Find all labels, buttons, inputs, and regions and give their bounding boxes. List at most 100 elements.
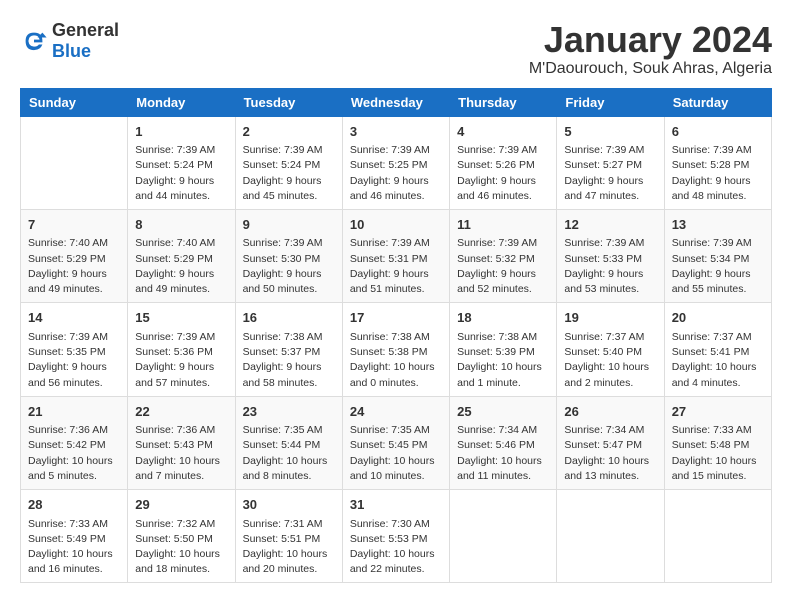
day-number: 7 bbox=[28, 215, 120, 235]
calendar-cell: 23Sunrise: 7:35 AMSunset: 5:44 PMDayligh… bbox=[235, 396, 342, 489]
day-info: Sunrise: 7:40 AMSunset: 5:29 PMDaylight:… bbox=[28, 236, 120, 297]
logo-text: General Blue bbox=[52, 20, 119, 62]
calendar-cell: 6Sunrise: 7:39 AMSunset: 5:28 PMDaylight… bbox=[664, 116, 771, 209]
calendar-cell: 13Sunrise: 7:39 AMSunset: 5:34 PMDayligh… bbox=[664, 209, 771, 302]
calendar-cell: 11Sunrise: 7:39 AMSunset: 5:32 PMDayligh… bbox=[450, 209, 557, 302]
day-number: 3 bbox=[350, 122, 442, 142]
day-info: Sunrise: 7:39 AMSunset: 5:31 PMDaylight:… bbox=[350, 236, 442, 297]
day-number: 25 bbox=[457, 402, 549, 422]
day-info: Sunrise: 7:40 AMSunset: 5:29 PMDaylight:… bbox=[135, 236, 227, 297]
day-number: 30 bbox=[243, 495, 335, 515]
calendar-cell: 26Sunrise: 7:34 AMSunset: 5:47 PMDayligh… bbox=[557, 396, 664, 489]
day-number: 23 bbox=[243, 402, 335, 422]
day-number: 11 bbox=[457, 215, 549, 235]
weekday-header-sunday: Sunday bbox=[21, 88, 128, 116]
calendar-cell: 9Sunrise: 7:39 AMSunset: 5:30 PMDaylight… bbox=[235, 209, 342, 302]
day-info: Sunrise: 7:36 AMSunset: 5:42 PMDaylight:… bbox=[28, 423, 120, 484]
day-info: Sunrise: 7:38 AMSunset: 5:37 PMDaylight:… bbox=[243, 330, 335, 391]
calendar-table: SundayMondayTuesdayWednesdayThursdayFrid… bbox=[20, 88, 772, 584]
weekday-header-friday: Friday bbox=[557, 88, 664, 116]
calendar-week-row: 1Sunrise: 7:39 AMSunset: 5:24 PMDaylight… bbox=[21, 116, 772, 209]
calendar-cell: 27Sunrise: 7:33 AMSunset: 5:48 PMDayligh… bbox=[664, 396, 771, 489]
calendar-cell: 30Sunrise: 7:31 AMSunset: 5:51 PMDayligh… bbox=[235, 490, 342, 583]
calendar-cell bbox=[450, 490, 557, 583]
weekday-header-saturday: Saturday bbox=[664, 88, 771, 116]
calendar-cell: 3Sunrise: 7:39 AMSunset: 5:25 PMDaylight… bbox=[342, 116, 449, 209]
calendar-cell: 1Sunrise: 7:39 AMSunset: 5:24 PMDaylight… bbox=[128, 116, 235, 209]
weekday-header-monday: Monday bbox=[128, 88, 235, 116]
day-number: 10 bbox=[350, 215, 442, 235]
logo-icon bbox=[20, 27, 48, 55]
month-title: January 2024 bbox=[529, 20, 772, 60]
calendar-cell: 28Sunrise: 7:33 AMSunset: 5:49 PMDayligh… bbox=[21, 490, 128, 583]
day-info: Sunrise: 7:39 AMSunset: 5:32 PMDaylight:… bbox=[457, 236, 549, 297]
day-info: Sunrise: 7:30 AMSunset: 5:53 PMDaylight:… bbox=[350, 517, 442, 578]
day-number: 1 bbox=[135, 122, 227, 142]
calendar-cell: 18Sunrise: 7:38 AMSunset: 5:39 PMDayligh… bbox=[450, 303, 557, 396]
day-info: Sunrise: 7:39 AMSunset: 5:30 PMDaylight:… bbox=[243, 236, 335, 297]
calendar-cell bbox=[21, 116, 128, 209]
day-info: Sunrise: 7:35 AMSunset: 5:45 PMDaylight:… bbox=[350, 423, 442, 484]
page-header: General Blue January 2024 M'Daourouch, S… bbox=[20, 20, 772, 78]
day-info: Sunrise: 7:33 AMSunset: 5:48 PMDaylight:… bbox=[672, 423, 764, 484]
calendar-cell: 17Sunrise: 7:38 AMSunset: 5:38 PMDayligh… bbox=[342, 303, 449, 396]
day-number: 9 bbox=[243, 215, 335, 235]
location-title: M'Daourouch, Souk Ahras, Algeria bbox=[529, 60, 772, 78]
day-info: Sunrise: 7:39 AMSunset: 5:24 PMDaylight:… bbox=[243, 143, 335, 204]
day-info: Sunrise: 7:39 AMSunset: 5:24 PMDaylight:… bbox=[135, 143, 227, 204]
calendar-cell: 12Sunrise: 7:39 AMSunset: 5:33 PMDayligh… bbox=[557, 209, 664, 302]
day-number: 12 bbox=[564, 215, 656, 235]
day-number: 15 bbox=[135, 308, 227, 328]
calendar-cell: 21Sunrise: 7:36 AMSunset: 5:42 PMDayligh… bbox=[21, 396, 128, 489]
day-number: 2 bbox=[243, 122, 335, 142]
day-number: 19 bbox=[564, 308, 656, 328]
calendar-cell: 22Sunrise: 7:36 AMSunset: 5:43 PMDayligh… bbox=[128, 396, 235, 489]
day-info: Sunrise: 7:31 AMSunset: 5:51 PMDaylight:… bbox=[243, 517, 335, 578]
day-info: Sunrise: 7:35 AMSunset: 5:44 PMDaylight:… bbox=[243, 423, 335, 484]
calendar-week-row: 14Sunrise: 7:39 AMSunset: 5:35 PMDayligh… bbox=[21, 303, 772, 396]
weekday-header-tuesday: Tuesday bbox=[235, 88, 342, 116]
day-info: Sunrise: 7:39 AMSunset: 5:28 PMDaylight:… bbox=[672, 143, 764, 204]
calendar-cell: 31Sunrise: 7:30 AMSunset: 5:53 PMDayligh… bbox=[342, 490, 449, 583]
calendar-week-row: 21Sunrise: 7:36 AMSunset: 5:42 PMDayligh… bbox=[21, 396, 772, 489]
day-number: 31 bbox=[350, 495, 442, 515]
day-number: 13 bbox=[672, 215, 764, 235]
calendar-week-row: 7Sunrise: 7:40 AMSunset: 5:29 PMDaylight… bbox=[21, 209, 772, 302]
weekday-header-wednesday: Wednesday bbox=[342, 88, 449, 116]
day-number: 20 bbox=[672, 308, 764, 328]
calendar-cell: 5Sunrise: 7:39 AMSunset: 5:27 PMDaylight… bbox=[557, 116, 664, 209]
day-number: 17 bbox=[350, 308, 442, 328]
day-info: Sunrise: 7:37 AMSunset: 5:40 PMDaylight:… bbox=[564, 330, 656, 391]
day-info: Sunrise: 7:36 AMSunset: 5:43 PMDaylight:… bbox=[135, 423, 227, 484]
day-info: Sunrise: 7:37 AMSunset: 5:41 PMDaylight:… bbox=[672, 330, 764, 391]
day-number: 8 bbox=[135, 215, 227, 235]
day-info: Sunrise: 7:33 AMSunset: 5:49 PMDaylight:… bbox=[28, 517, 120, 578]
calendar-cell: 20Sunrise: 7:37 AMSunset: 5:41 PMDayligh… bbox=[664, 303, 771, 396]
calendar-cell: 7Sunrise: 7:40 AMSunset: 5:29 PMDaylight… bbox=[21, 209, 128, 302]
day-number: 16 bbox=[243, 308, 335, 328]
day-info: Sunrise: 7:38 AMSunset: 5:39 PMDaylight:… bbox=[457, 330, 549, 391]
day-number: 29 bbox=[135, 495, 227, 515]
day-info: Sunrise: 7:34 AMSunset: 5:47 PMDaylight:… bbox=[564, 423, 656, 484]
day-info: Sunrise: 7:39 AMSunset: 5:27 PMDaylight:… bbox=[564, 143, 656, 204]
day-number: 14 bbox=[28, 308, 120, 328]
calendar-cell: 14Sunrise: 7:39 AMSunset: 5:35 PMDayligh… bbox=[21, 303, 128, 396]
day-info: Sunrise: 7:39 AMSunset: 5:36 PMDaylight:… bbox=[135, 330, 227, 391]
day-info: Sunrise: 7:39 AMSunset: 5:25 PMDaylight:… bbox=[350, 143, 442, 204]
day-number: 24 bbox=[350, 402, 442, 422]
calendar-cell: 4Sunrise: 7:39 AMSunset: 5:26 PMDaylight… bbox=[450, 116, 557, 209]
logo: General Blue bbox=[20, 20, 119, 62]
calendar-cell: 10Sunrise: 7:39 AMSunset: 5:31 PMDayligh… bbox=[342, 209, 449, 302]
calendar-week-row: 28Sunrise: 7:33 AMSunset: 5:49 PMDayligh… bbox=[21, 490, 772, 583]
day-number: 21 bbox=[28, 402, 120, 422]
title-section: January 2024 M'Daourouch, Souk Ahras, Al… bbox=[529, 20, 772, 78]
calendar-cell: 15Sunrise: 7:39 AMSunset: 5:36 PMDayligh… bbox=[128, 303, 235, 396]
calendar-cell bbox=[664, 490, 771, 583]
calendar-cell: 24Sunrise: 7:35 AMSunset: 5:45 PMDayligh… bbox=[342, 396, 449, 489]
weekday-header-thursday: Thursday bbox=[450, 88, 557, 116]
day-number: 28 bbox=[28, 495, 120, 515]
day-number: 26 bbox=[564, 402, 656, 422]
weekday-header-row: SundayMondayTuesdayWednesdayThursdayFrid… bbox=[21, 88, 772, 116]
day-number: 18 bbox=[457, 308, 549, 328]
calendar-cell: 16Sunrise: 7:38 AMSunset: 5:37 PMDayligh… bbox=[235, 303, 342, 396]
